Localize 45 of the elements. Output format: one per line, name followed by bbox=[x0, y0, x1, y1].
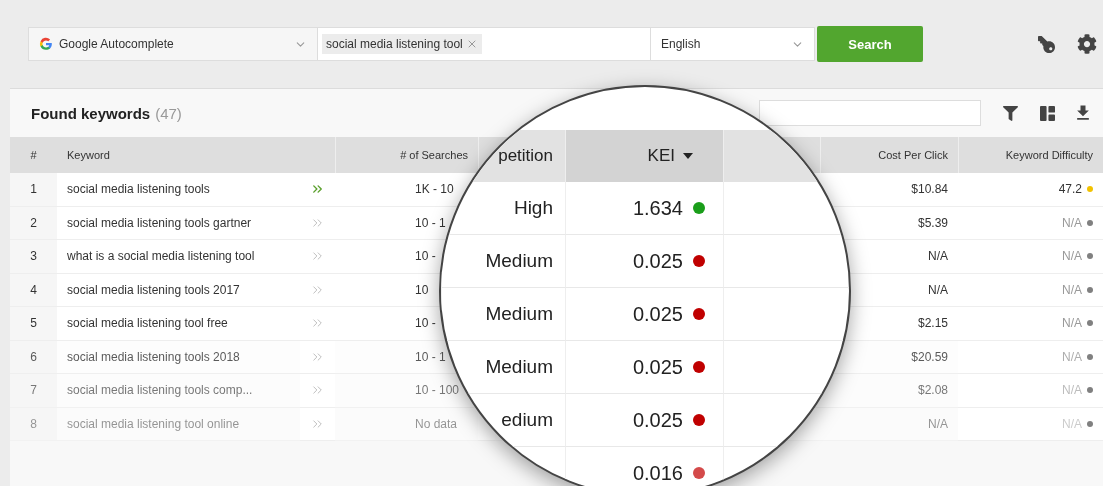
column-header[interactable]: KEI bbox=[647, 146, 675, 166]
table-cell: 0.025 bbox=[632, 355, 683, 379]
keyword-count: (47) bbox=[155, 104, 182, 122]
table-cell: High bbox=[513, 197, 553, 219]
column-header[interactable]: Cost Per Click bbox=[820, 137, 958, 173]
keyword-field[interactable]: social media listening tool bbox=[318, 27, 651, 61]
table-cell: $10.84 bbox=[820, 173, 958, 207]
source-dropdown[interactable]: Google Autocomplete bbox=[28, 27, 318, 61]
table-cell: $2.08 bbox=[820, 374, 958, 408]
table-cell: edium bbox=[501, 409, 553, 431]
key-icon[interactable] bbox=[1038, 35, 1055, 53]
keyword-cell[interactable]: social media listening tools 2017 bbox=[57, 273, 300, 307]
column-header[interactable]: Keyword Difficulty bbox=[958, 137, 1103, 173]
table-cell: 0.025 bbox=[632, 302, 683, 326]
difficulty-value: N/A bbox=[1062, 249, 1082, 264]
filter-field[interactable] bbox=[759, 100, 981, 126]
keyword-tag: social media listening tool bbox=[322, 34, 482, 54]
difficulty-value: N/A bbox=[1062, 316, 1082, 331]
column-header[interactable]: # of Searches bbox=[335, 137, 478, 173]
table-cell: 0.016 bbox=[632, 461, 683, 485]
difficulty-value: N/A bbox=[1062, 282, 1082, 297]
filter-icon[interactable] bbox=[1003, 105, 1018, 121]
difficulty-value: N/A bbox=[1062, 349, 1082, 364]
keyword-cell[interactable]: social media listening tools 2018 bbox=[57, 340, 300, 374]
difficulty-value: N/A bbox=[1062, 383, 1082, 398]
column-header bbox=[300, 137, 335, 173]
keyword-cell[interactable]: what is a social media listening tool bbox=[57, 240, 300, 274]
grid-icon[interactable] bbox=[1040, 105, 1055, 121]
sort-caret-icon bbox=[683, 153, 693, 159]
difficulty-value: N/A bbox=[1062, 215, 1082, 230]
google-logo-icon bbox=[39, 37, 53, 51]
column-header[interactable]: petition bbox=[498, 146, 553, 166]
keyword-cell[interactable]: social media listening tools comp... bbox=[57, 374, 300, 408]
difficulty-value: 47.2 bbox=[1058, 182, 1082, 197]
column-header[interactable]: # bbox=[10, 137, 57, 173]
keyword-cell[interactable]: social media listening tools gartner bbox=[57, 206, 300, 240]
panel-title: Found keywords bbox=[31, 104, 151, 122]
keyword-cell[interactable]: social media listening tool free bbox=[57, 307, 300, 341]
column-header[interactable]: Keyword bbox=[57, 137, 300, 173]
table-cell: 0.025 bbox=[632, 408, 683, 432]
settings-icon[interactable] bbox=[1077, 34, 1097, 54]
table-cell: 0.025 bbox=[632, 249, 683, 273]
keyword-cell[interactable]: social media listening tools bbox=[57, 173, 300, 207]
table-cell: 1.634 bbox=[632, 196, 683, 220]
language-dropdown[interactable]: English bbox=[651, 27, 815, 61]
